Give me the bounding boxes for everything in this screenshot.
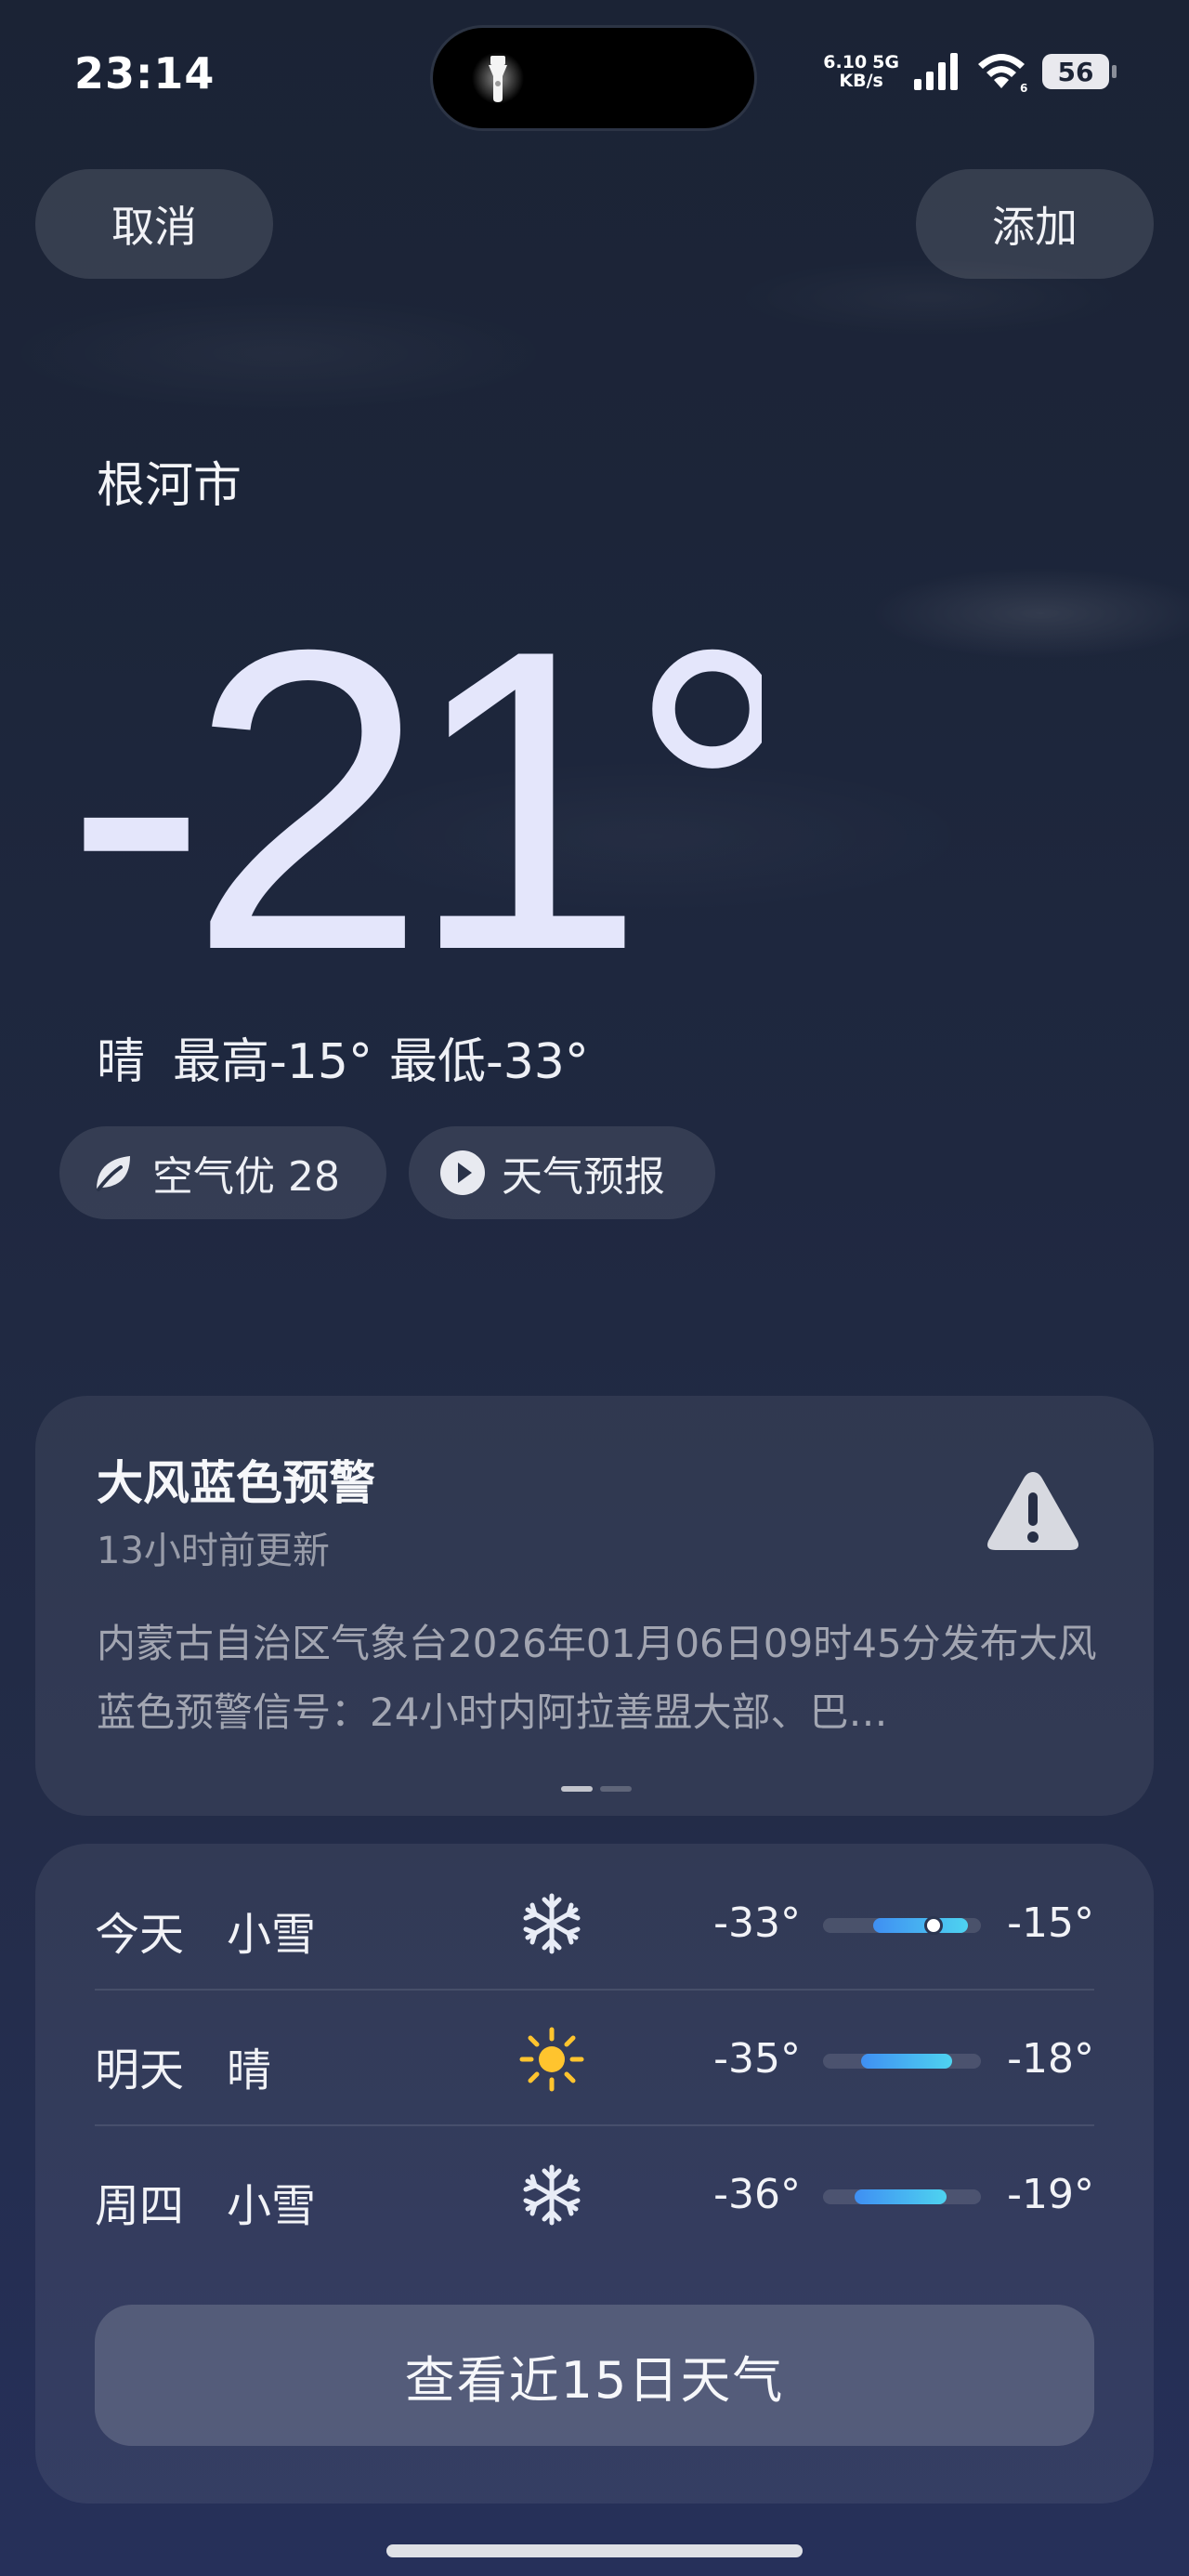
- leaf-icon: [97, 1156, 130, 1191]
- dynamic-island: [433, 28, 754, 128]
- weather-forecast-chip[interactable]: 天气预报: [409, 1126, 715, 1219]
- forecast-condition: 晴: [227, 2044, 272, 2096]
- forecast-high: -15°: [1007, 1899, 1094, 1947]
- snowflake-icon: [523, 2164, 581, 2226]
- warning-icon: [987, 1472, 1078, 1550]
- temperature-range-fill: [860, 2054, 953, 2069]
- alert-pager: [561, 1786, 632, 1792]
- forecast-low: -35°: [713, 2035, 801, 2083]
- pager-dot: [600, 1786, 632, 1792]
- add-button[interactable]: 添加: [916, 169, 1154, 279]
- city-name: 根河市: [97, 458, 242, 514]
- pager-dot-active: [561, 1786, 593, 1792]
- flashlight-icon: [472, 52, 524, 104]
- forecast-day: 明天: [95, 2044, 185, 2096]
- home-indicator[interactable]: [386, 2544, 803, 2557]
- sun-icon: [519, 2027, 584, 2092]
- signal-icon: [914, 53, 958, 90]
- alert-updated-time: 13小时前更新: [97, 1530, 330, 1572]
- current-condition: 晴: [97, 1034, 146, 1090]
- current-temperature: -21°: [65, 576, 762, 966]
- net-speed: 6.10 5G KB/s: [823, 53, 899, 90]
- forecast-row[interactable]: 明天 晴 -35° -18°: [95, 1991, 1094, 2126]
- forecast-high: -19°: [1007, 2171, 1094, 2218]
- forecast-row[interactable]: 周四 小雪 -36° -19°: [95, 2126, 1094, 2262]
- forecast-high: -18°: [1007, 2035, 1094, 2083]
- temperature-range-bar: [823, 2189, 981, 2204]
- battery-indicator: 56: [1042, 54, 1117, 89]
- net-speed-value: 6.10: [823, 52, 868, 72]
- temperature-range-fill: [873, 1918, 969, 1933]
- play-icon: [440, 1150, 485, 1195]
- forecast-low: -36°: [713, 2171, 801, 2218]
- forecast-day: 今天: [95, 1909, 185, 1961]
- forecast-condition: 小雪: [227, 1909, 317, 1961]
- daily-forecast-card: 今天 小雪 -33° -15° 明天 晴 -35° -18° 周四 小雪 -36…: [35, 1844, 1154, 2504]
- weather-forecast-label: 天气预报: [502, 1153, 665, 1201]
- cancel-button[interactable]: 取消: [35, 169, 273, 279]
- temperature-range-bar: [823, 1916, 981, 1935]
- weather-alert-card[interactable]: 大风蓝色预警 13小时前更新 内蒙古自治区气象台2026年01月06日09时45…: [35, 1396, 1154, 1816]
- today-low: 最低-33°: [388, 1034, 589, 1090]
- snowflake-icon: [523, 1893, 581, 1954]
- net-speed-unit: KB/s: [839, 71, 883, 91]
- forecast-condition: 小雪: [227, 2180, 317, 2232]
- status-icons: 6.10 5G KB/s 6 56: [823, 48, 1117, 95]
- condition-summary: 晴 最高-15° 最低-33°: [97, 1022, 589, 1092]
- alert-body: 内蒙古自治区气象台2026年01月06日09时45分发布大风蓝色预警信号：24小…: [97, 1621, 1097, 1735]
- view-15-day-forecast-button[interactable]: 查看近15日天气: [95, 2305, 1094, 2446]
- forecast-day: 周四: [95, 2180, 185, 2232]
- air-quality-chip[interactable]: 空气优 28: [59, 1126, 386, 1219]
- forecast-row[interactable]: 今天 小雪 -33° -15°: [95, 1855, 1094, 1991]
- status-time: 23:14: [74, 48, 216, 99]
- temperature-range-fill: [855, 2189, 947, 2204]
- alert-title: 大风蓝色预警: [97, 1456, 375, 1510]
- today-high: 最高-15°: [173, 1034, 372, 1090]
- temperature-range-bar: [823, 2054, 981, 2069]
- svg-text:6: 6: [1020, 82, 1027, 92]
- current-temp-marker: [924, 1916, 943, 1935]
- network-type: 5G: [872, 52, 899, 72]
- wifi-icon: 6: [978, 54, 1027, 92]
- forecast-low: -33°: [713, 1899, 801, 1947]
- current-temperature-text: -21°: [65, 576, 762, 966]
- air-quality-label: 空气优 28: [152, 1153, 340, 1201]
